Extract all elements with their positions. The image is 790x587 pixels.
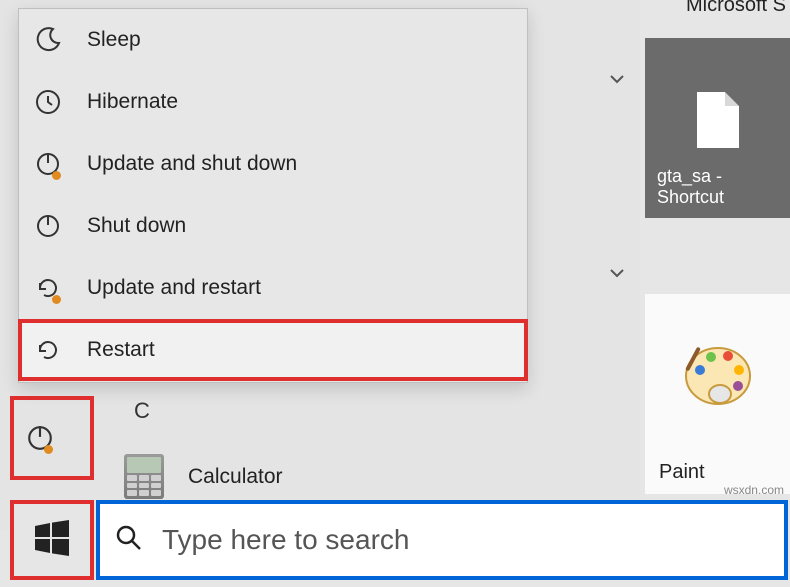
search-icon: [114, 523, 144, 558]
tiles-column: Microsoft S gta_sa - Shortcut Paint: [640, 0, 790, 587]
app-label: Calculator: [188, 465, 283, 489]
menu-label: Restart: [87, 338, 155, 362]
app-calculator[interactable]: Calculator: [124, 454, 283, 499]
tile-gta-shortcut[interactable]: gta_sa - Shortcut: [645, 38, 790, 218]
search-box[interactable]: Type here to search: [96, 500, 788, 580]
power-menu-restart[interactable]: Restart: [19, 319, 527, 381]
start-button[interactable]: [10, 500, 94, 580]
power-menu-hibernate[interactable]: Hibernate: [19, 71, 527, 133]
watermark: wsxdn.com: [724, 483, 784, 497]
menu-label: Update and restart: [87, 276, 261, 300]
restart-update-icon: [33, 273, 63, 303]
chevron-down-icon[interactable]: [606, 68, 628, 90]
restart-icon: [33, 335, 63, 365]
calculator-icon: [124, 454, 164, 499]
windows-logo-icon: [32, 518, 72, 563]
power-menu-update-shutdown[interactable]: Update and shut down: [19, 133, 527, 195]
power-menu-sleep[interactable]: Sleep: [19, 9, 527, 71]
power-menu-shutdown[interactable]: Shut down: [19, 195, 527, 257]
letter-label: C: [134, 398, 150, 424]
menu-label: Update and shut down: [87, 152, 297, 176]
sleep-icon: [33, 25, 63, 55]
menu-label: Sleep: [87, 28, 141, 52]
tile-microsoft-partial[interactable]: Microsoft S: [686, 0, 786, 17]
power-update-icon: [25, 423, 55, 453]
paint-icon: [645, 294, 790, 455]
tile-label: gta_sa - Shortcut: [657, 166, 778, 208]
chevron-down-icon[interactable]: [606, 262, 628, 284]
document-icon: [697, 92, 739, 148]
power-update-icon: [33, 149, 63, 179]
power-button[interactable]: [10, 396, 94, 480]
menu-label: Shut down: [87, 214, 186, 238]
menu-label: Hibernate: [87, 90, 178, 114]
power-menu-update-restart[interactable]: Update and restart: [19, 257, 527, 319]
search-placeholder: Type here to search: [162, 524, 409, 556]
power-icon: [33, 211, 63, 241]
hibernate-icon: [33, 87, 63, 117]
tile-paint[interactable]: Paint: [645, 294, 790, 494]
app-list-letter-c[interactable]: C: [134, 398, 150, 424]
power-menu: Sleep Hibernate Update and shut down Shu…: [18, 8, 528, 383]
